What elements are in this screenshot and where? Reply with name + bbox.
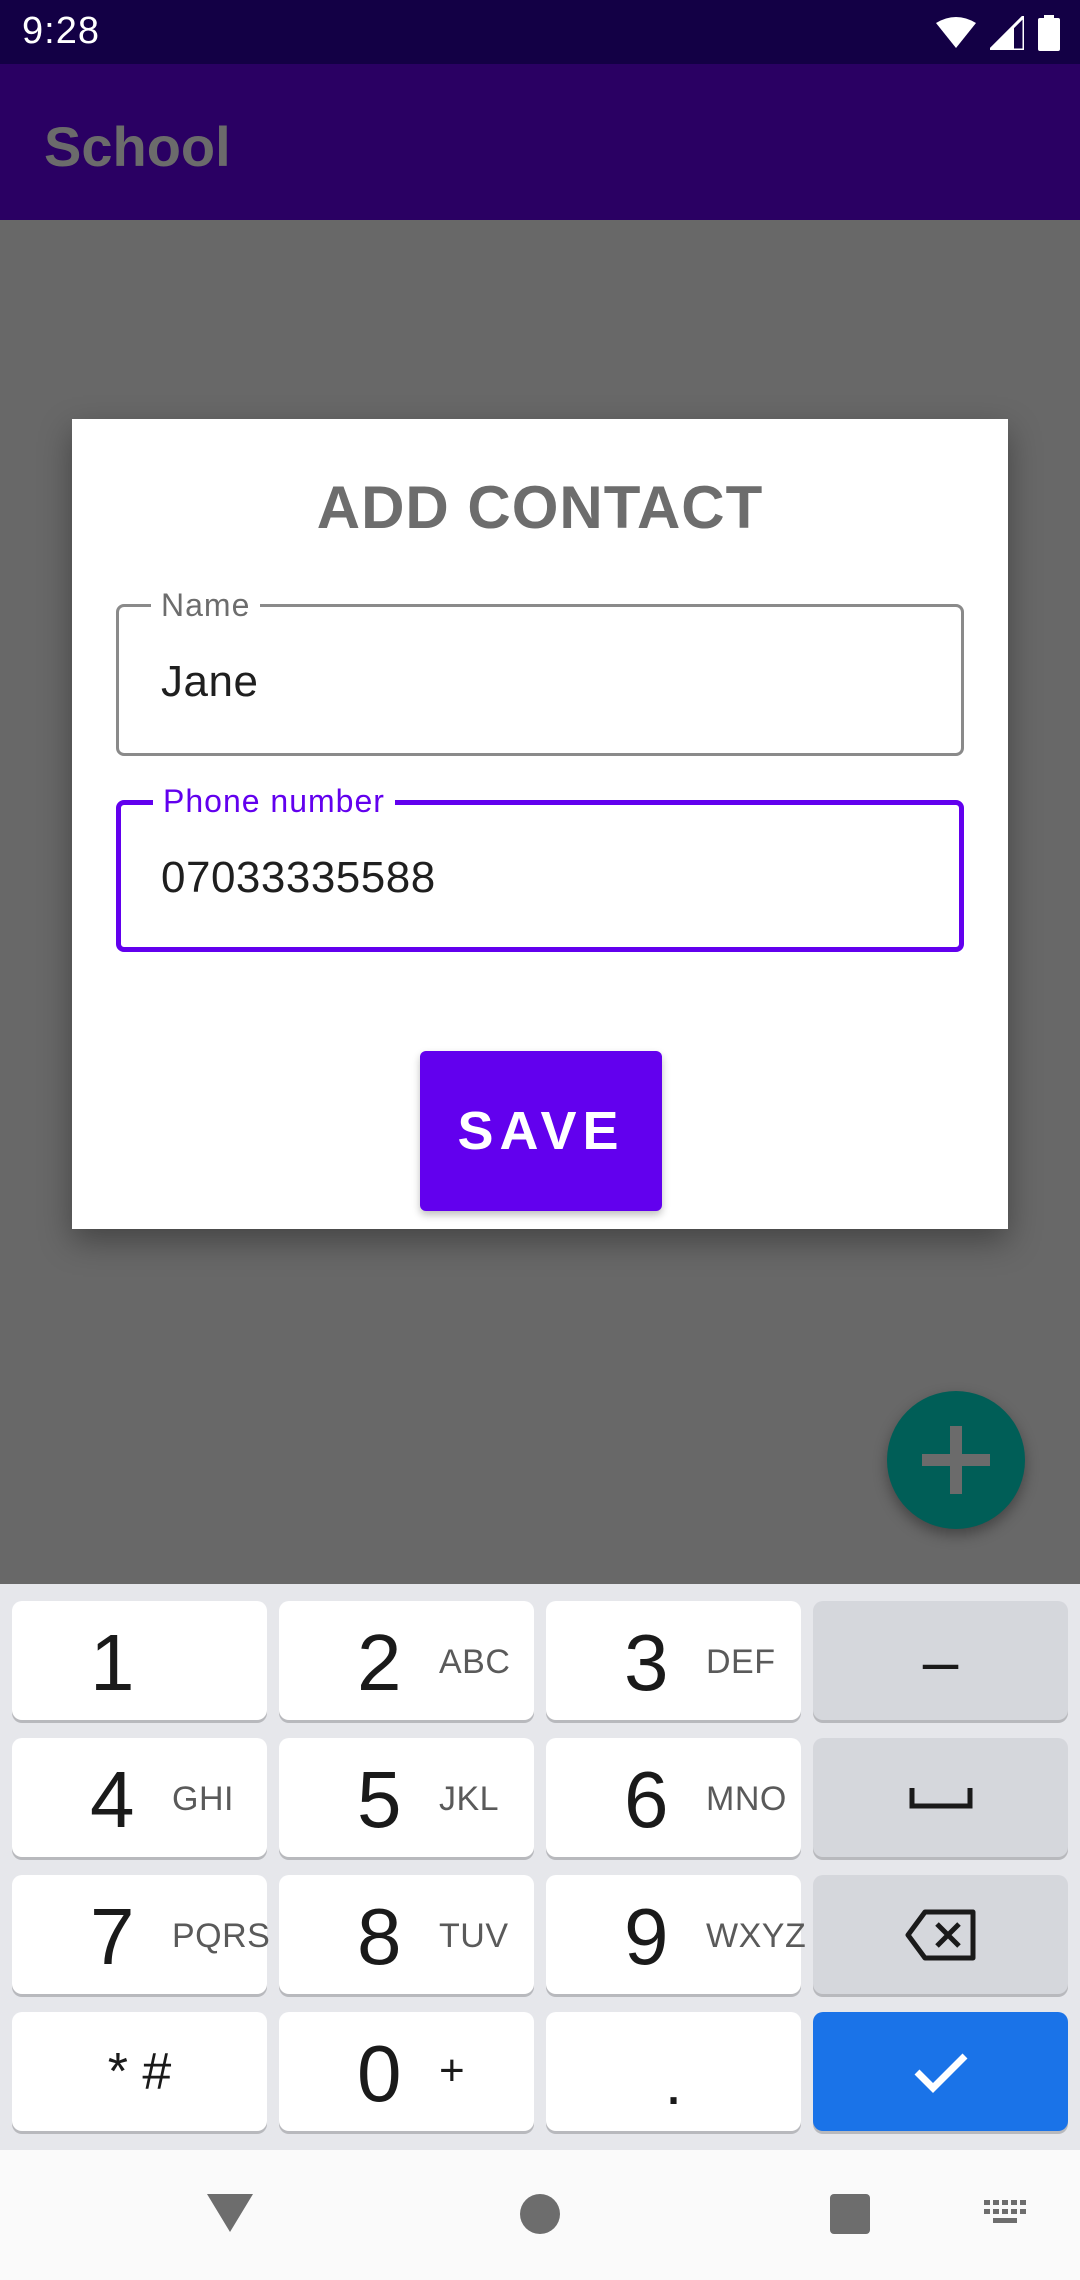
key-4[interactable]: 4 GHI xyxy=(12,1738,267,1857)
home-icon[interactable] xyxy=(518,2192,562,2236)
dialog-title: ADD CONTACT xyxy=(316,474,764,541)
back-icon[interactable] xyxy=(205,2192,255,2234)
key-star-hash[interactable]: * # xyxy=(12,2012,267,2131)
key-digit: 2 xyxy=(357,1618,402,1707)
key-0[interactable]: 0 + xyxy=(279,2012,534,2131)
wifi-icon xyxy=(936,17,976,48)
star-hash-label: * # xyxy=(107,2042,172,2101)
key-digit: 3 xyxy=(624,1618,669,1707)
key-digit: 1 xyxy=(90,1618,135,1707)
key-letters: + xyxy=(439,2046,466,2095)
key-digit: 9 xyxy=(624,1892,669,1981)
key-digit: 6 xyxy=(624,1755,669,1844)
plus-icon xyxy=(922,1426,990,1494)
check-icon xyxy=(914,2053,967,2093)
phone-number-field-label: Phone number xyxy=(153,783,395,820)
key-backspace[interactable] xyxy=(813,1875,1068,1994)
name-field-label: Name xyxy=(151,587,261,624)
cell-signal-icon xyxy=(990,16,1024,50)
minus-label: – xyxy=(922,1624,959,1697)
key-letters: GHI xyxy=(172,1780,234,1818)
key-8[interactable]: 8 TUV xyxy=(279,1875,534,1994)
status-icons xyxy=(936,14,1060,52)
app-title: School xyxy=(44,115,231,178)
name-field[interactable]: Name Jane xyxy=(116,587,964,756)
key-digit: 0 xyxy=(357,2029,402,2118)
name-field-value[interactable]: Jane xyxy=(161,657,258,707)
app-bar: School xyxy=(0,64,1080,220)
add-contact-fab[interactable] xyxy=(887,1391,1025,1529)
key-5[interactable]: 5 JKL xyxy=(279,1738,534,1857)
numeric-keyboard: 1 2 ABC 3 DEF – 4 GHI 5 JKL 6 MNO 7 PQRS… xyxy=(0,1584,1080,2150)
keyboard-switch-icon[interactable] xyxy=(984,2200,1028,2226)
key-letters: WXYZ xyxy=(706,1917,807,1955)
key-9[interactable]: 9 WXYZ xyxy=(546,1875,806,1994)
key-digit: 5 xyxy=(357,1755,402,1844)
status-time: 9:28 xyxy=(22,10,100,52)
key-digit: 4 xyxy=(90,1755,135,1844)
space-icon xyxy=(909,1787,972,1808)
key-2[interactable]: 2 ABC xyxy=(279,1601,534,1720)
key-letters: TUV xyxy=(439,1917,509,1955)
key-minus[interactable]: – xyxy=(813,1601,1068,1720)
key-6[interactable]: 6 MNO xyxy=(546,1738,801,1857)
key-1[interactable]: 1 xyxy=(12,1601,267,1720)
backspace-icon xyxy=(905,1909,975,1960)
key-letters: JKL xyxy=(439,1780,500,1818)
phone-number-field[interactable]: Phone number 07033335588 xyxy=(116,783,964,952)
save-button[interactable]: SAVE xyxy=(420,1051,662,1211)
recents-icon[interactable] xyxy=(828,2192,872,2236)
status-bar: 9:28 xyxy=(0,0,1080,64)
phone-number-field-value[interactable]: 07033335588 xyxy=(161,853,436,903)
key-letters: PQRS xyxy=(172,1917,271,1955)
key-digit: 8 xyxy=(357,1892,402,1981)
battery-icon xyxy=(1038,15,1060,51)
navigation-bar xyxy=(0,2150,1080,2280)
key-digit: 7 xyxy=(90,1892,135,1981)
key-7[interactable]: 7 PQRS xyxy=(12,1875,271,1994)
key-space[interactable] xyxy=(813,1738,1068,1857)
key-letters: DEF xyxy=(706,1643,776,1681)
period-label: . xyxy=(664,2045,683,2118)
key-done[interactable] xyxy=(813,2012,1068,2131)
key-3[interactable]: 3 DEF xyxy=(546,1601,801,1720)
key-letters: ABC xyxy=(439,1643,511,1681)
key-letters: MNO xyxy=(706,1780,787,1818)
key-period[interactable]: . xyxy=(546,2012,801,2131)
add-contact-dialog: ADD CONTACT Name Jane Phone number 07033… xyxy=(72,419,1008,1229)
